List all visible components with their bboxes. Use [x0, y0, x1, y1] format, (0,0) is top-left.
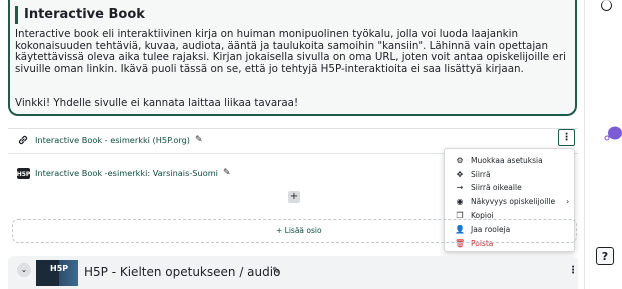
activity-row: H5P Interactive Book -esimerkki: Varsina…: [16, 164, 231, 182]
help-button[interactable]: ?: [596, 247, 614, 265]
user-menu-icon[interactable]: [601, 0, 612, 11]
move-icon: ✥: [456, 170, 464, 179]
activity-link[interactable]: Interactive Book - esimerkki (H5P.org): [35, 135, 190, 145]
divider: [8, 128, 578, 129]
add-activity-button[interactable]: +: [288, 191, 300, 203]
menu-item-visibility[interactable]: ◉ Näkyvyys opiskelijoille ›: [455, 196, 570, 207]
description-title: Interactive Book: [15, 6, 145, 24]
gear-icon: ⚙: [456, 156, 464, 165]
activity-actions-button[interactable]: ⋮: [558, 129, 575, 146]
section-thumbnail: H5P: [36, 260, 78, 286]
description-tip: Vinkki! Yhdelle sivulle ei kannata laitt…: [15, 97, 299, 109]
course-section-header: ⌄ H5P H5P - Kielten opetukseen / audio ✎…: [8, 256, 578, 289]
section-title[interactable]: H5P - Kielten opetukseen / audio: [84, 265, 280, 279]
edit-pencil-icon[interactable]: ✎: [195, 135, 203, 145]
chat-icon[interactable]: [604, 125, 622, 142]
chevron-down-icon[interactable]: ⌄: [17, 263, 31, 277]
edit-pencil-icon[interactable]: ✎: [272, 266, 280, 277]
link-icon: [16, 133, 30, 147]
h5p-icon: H5P: [16, 166, 30, 180]
region-divider: [584, 0, 585, 289]
interactive-book-description: Interactive Book Interactive book eli in…: [8, 0, 577, 116]
activity-link[interactable]: Interactive Book -esimerkki: Varsinais-S…: [35, 168, 218, 178]
menu-item-edit-settings[interactable]: ⚙ Muokkaa asetuksia: [455, 155, 542, 166]
eye-icon: ◉: [456, 197, 464, 206]
activity-row: Interactive Book - esimerkki (H5P.org) ✎: [16, 131, 203, 149]
description-text: Interactive book eli interaktiivinen kir…: [15, 28, 566, 75]
edit-pencil-icon[interactable]: ✎: [223, 168, 231, 178]
section-actions-button[interactable]: ⋮: [568, 265, 578, 276]
add-section-button[interactable]: + Lisää osio: [276, 226, 322, 235]
arrow-right-icon: →: [456, 183, 464, 192]
chevron-right-icon: ›: [566, 197, 570, 206]
menu-item-move-right[interactable]: → Siirrä oikealle: [455, 182, 522, 193]
svg-text:H5P: H5P: [17, 171, 30, 178]
thumbnail-text: H5P: [50, 264, 69, 273]
add-section-area: + Lisää osio: [12, 219, 577, 243]
menu-item-move[interactable]: ✥ Siirrä: [455, 169, 491, 180]
